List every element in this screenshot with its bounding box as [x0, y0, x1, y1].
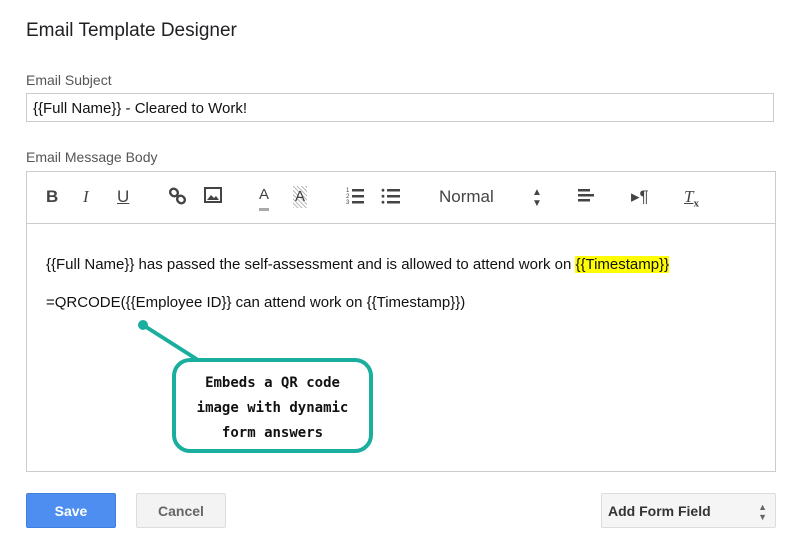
callout-pointer: [138, 320, 200, 362]
callout-annotation: Embeds a QR code image with dynamic form…: [172, 358, 373, 453]
callout-line: form answers: [221, 425, 324, 441]
add-form-field-select[interactable]: Add Form Field ▲ ▼: [601, 493, 776, 528]
select-arrows-icon: ▲ ▼: [758, 502, 767, 522]
cancel-button[interactable]: Cancel: [136, 493, 226, 528]
save-button[interactable]: Save: [26, 493, 116, 528]
add-form-field-label: Add Form Field: [608, 503, 711, 519]
callout-line: image with dynamic: [196, 400, 349, 416]
callout-line: Embeds a QR code: [205, 375, 340, 391]
